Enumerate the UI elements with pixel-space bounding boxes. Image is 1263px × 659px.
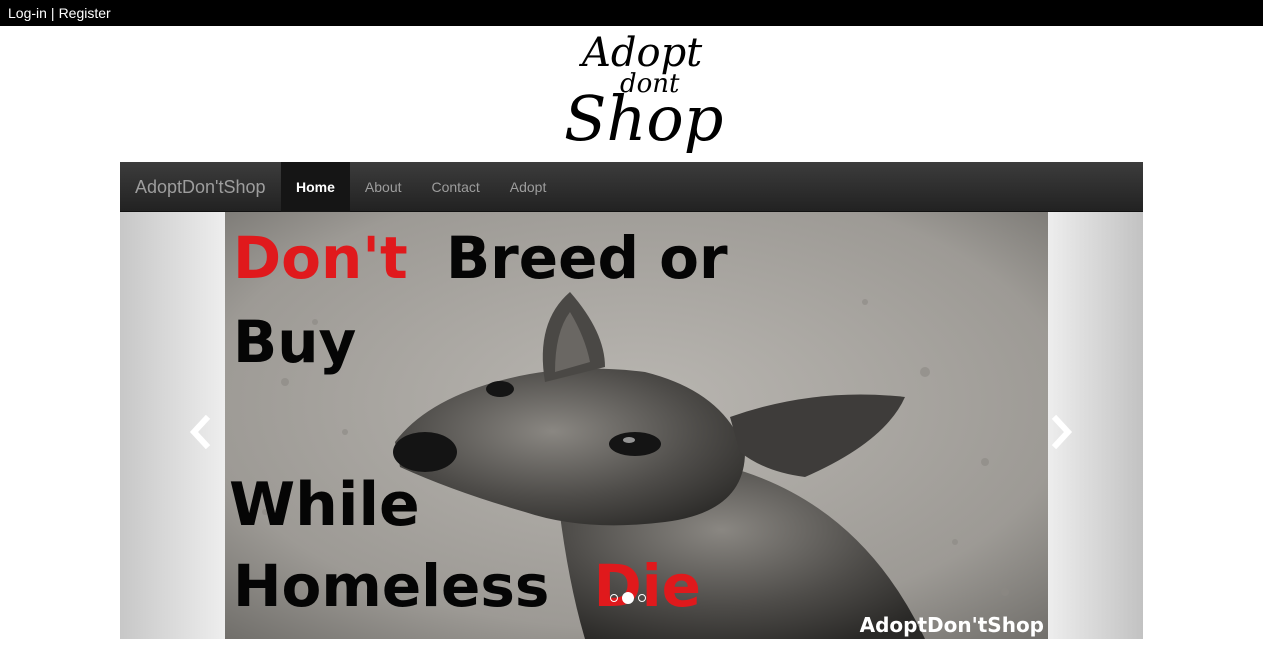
nav-item-adopt: Adopt bbox=[495, 162, 562, 212]
logo-line-shop: Shop bbox=[564, 82, 723, 155]
carousel-indicator-2[interactable] bbox=[622, 592, 634, 604]
chevron-right-icon bbox=[1051, 415, 1073, 449]
hero-carousel: Don't Breed or Buy While Homeless Die Ad… bbox=[120, 212, 1143, 639]
main-navbar: AdoptDon'tShop Home About Contact Adopt bbox=[120, 162, 1143, 212]
topbar-separator: | bbox=[50, 5, 55, 21]
slide-watermark: AdoptDon'tShop bbox=[859, 613, 1044, 637]
carousel-next-button[interactable] bbox=[1042, 402, 1082, 462]
carousel-indicators bbox=[610, 592, 646, 604]
carousel-indicator-1[interactable] bbox=[610, 594, 618, 602]
slide-word-breed-or: Breed or bbox=[445, 224, 728, 292]
chevron-left-icon bbox=[189, 415, 211, 449]
nav-item-about: About bbox=[350, 162, 417, 212]
nav-link-adopt[interactable]: Adopt bbox=[495, 162, 562, 212]
slide-word-homeless: Homeless bbox=[233, 552, 550, 620]
carousel-indicator-3[interactable] bbox=[638, 594, 646, 602]
nav-link-contact[interactable]: Contact bbox=[417, 162, 495, 212]
nav-item-home: Home bbox=[281, 162, 350, 212]
nav-menu: Home About Contact Adopt bbox=[281, 162, 561, 212]
slide-word-buy: Buy bbox=[233, 308, 357, 376]
navbar-brand[interactable]: AdoptDon'tShop bbox=[135, 162, 266, 212]
nav-link-home[interactable]: Home bbox=[281, 162, 350, 212]
login-link[interactable]: Log-in bbox=[8, 5, 47, 21]
carousel-prev-button[interactable] bbox=[180, 402, 220, 462]
slide-word-die: Die bbox=[593, 552, 702, 620]
nav-item-contact: Contact bbox=[417, 162, 495, 212]
register-link[interactable]: Register bbox=[59, 5, 111, 21]
carousel-slide: Don't Breed or Buy While Homeless Die Ad… bbox=[225, 212, 1048, 639]
site-logo[interactable]: Adopt dont Shop bbox=[560, 28, 760, 160]
top-bar: Log-in | Register bbox=[0, 0, 1263, 26]
nav-link-about[interactable]: About bbox=[350, 162, 417, 212]
slide-word-while: While bbox=[229, 470, 420, 540]
slide-word-dont: Don't bbox=[233, 224, 408, 292]
